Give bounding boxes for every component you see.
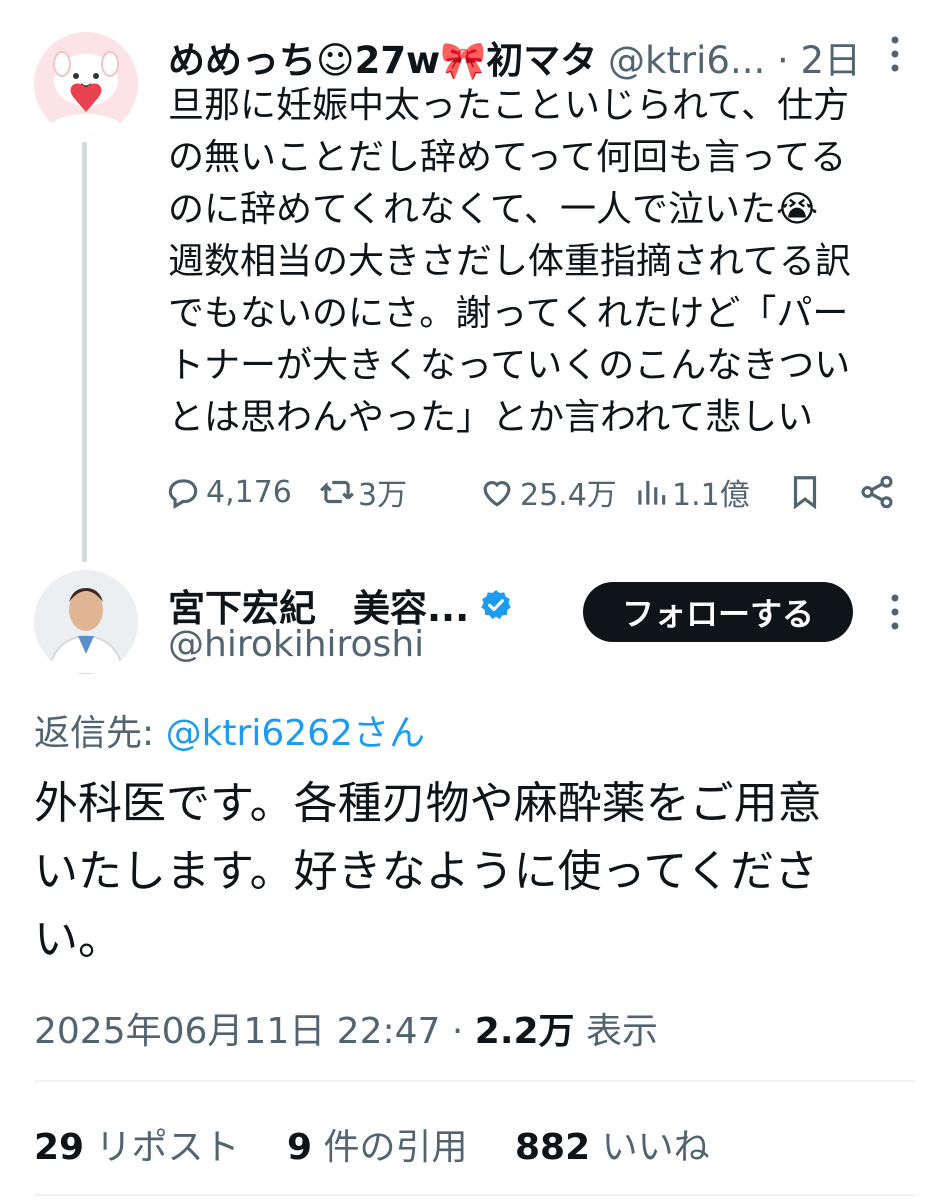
reply-count: 4,176 xyxy=(206,474,292,510)
follow-button[interactable]: フォローする xyxy=(583,582,853,642)
tweet-text-line: でもないのにさ。謝ってくれたけど「パー xyxy=(168,293,849,334)
quotes-stat[interactable]: 9 件の引用 xyxy=(287,1127,468,1168)
retweet-icon xyxy=(320,480,354,504)
avatar-memecchi[interactable] xyxy=(34,32,138,136)
like-count: 882 xyxy=(514,1127,591,1168)
tweet-text-line: 外科医です。各種刃物や麻酔薬をご用意 xyxy=(34,778,822,829)
display-name[interactable]: めめっち☺27w🎀初マタ xyxy=(168,30,597,84)
bookmark-action[interactable] xyxy=(786,470,824,514)
reply-prefix: 返信先: xyxy=(34,713,166,754)
retweet-label: リポスト xyxy=(84,1127,240,1168)
tweet-text: 外科医です。各種刃物や麻酔薬をご用意 いたします。好きなように使ってくださ い。 xyxy=(34,770,924,974)
engagement-stats: 29 リポスト 9 件の引用 882 いいね xyxy=(34,1118,710,1170)
tweet-text-line: 旦那に妊娠中太ったこといじられて、仕方 xyxy=(168,85,850,126)
retweet-count: 29 xyxy=(34,1127,85,1168)
like-icon xyxy=(483,481,511,507)
tweet-meta: 2025年06月11日 22:47 · 2.2万 表示 xyxy=(34,1002,658,1054)
tweet-text-line: いたします。好きなように使ってくださ xyxy=(34,846,819,897)
avatar-image xyxy=(34,570,138,674)
likes-stat[interactable]: 882 いいね xyxy=(515,1127,710,1168)
divider xyxy=(34,1194,914,1196)
tweet-text-line: トナーが大きくなっていくのこんなきつい xyxy=(168,345,851,386)
view-count: 2.2万 xyxy=(474,1011,575,1052)
thread-connector xyxy=(82,142,87,562)
like-count: 25.4万 xyxy=(520,478,617,513)
tweet-text-line: とは思わんやった」とか言われて悲しい xyxy=(168,397,814,438)
timestamp[interactable]: 2025年06月11日 22:47 · xyxy=(34,1011,475,1052)
bookmark-icon xyxy=(793,476,817,510)
retweet-action[interactable]: 3万 xyxy=(318,470,407,514)
retweet-count: 3万 xyxy=(358,478,408,513)
tweet-text-line: い。 xyxy=(34,914,122,965)
tweet-text-line: の無いことだし辞めてって何回も言ってる xyxy=(168,137,847,178)
views-icon xyxy=(638,480,666,505)
reply-icon xyxy=(168,479,198,510)
reply-to-link[interactable]: @ktri6262さん xyxy=(166,713,425,754)
tweet-text: 旦那に妊娠中太ったこといじられて、仕方 の無いことだし辞めてって何回も言ってる … xyxy=(168,80,928,444)
handle[interactable]: @hirokihiroshi xyxy=(168,624,424,665)
reply-action[interactable]: 4,176 xyxy=(164,470,292,514)
like-label: いいね xyxy=(590,1127,710,1168)
share-icon xyxy=(861,475,893,509)
more-icon[interactable] xyxy=(884,592,906,637)
avatar-image xyxy=(34,32,138,136)
tweet-text-line: のに辞めてくれなくて、一人で泣いた😭 xyxy=(168,189,819,230)
share-action[interactable] xyxy=(858,470,896,514)
retweets-stat[interactable]: 29 リポスト xyxy=(34,1127,240,1168)
tweet-text-line: 週数相当の大きさだし体重指摘されてる訳 xyxy=(168,241,851,282)
divider xyxy=(34,1080,914,1082)
reply-context: 返信先: @ktri6262さん xyxy=(34,704,425,756)
handle-and-time[interactable]: @ktri6... · 2日 xyxy=(608,30,861,84)
views-action[interactable]: 1.1億 xyxy=(632,470,750,514)
quote-count: 9 xyxy=(287,1127,313,1168)
more-icon[interactable] xyxy=(884,34,906,79)
avatar-hirokihiroshi[interactable] xyxy=(34,570,138,674)
quote-label: 件の引用 xyxy=(312,1127,468,1168)
like-action[interactable]: 25.4万 xyxy=(478,470,617,514)
view-count: 1.1億 xyxy=(672,478,750,513)
view-label: 表示 xyxy=(574,1011,658,1052)
verified-icon xyxy=(481,590,511,620)
